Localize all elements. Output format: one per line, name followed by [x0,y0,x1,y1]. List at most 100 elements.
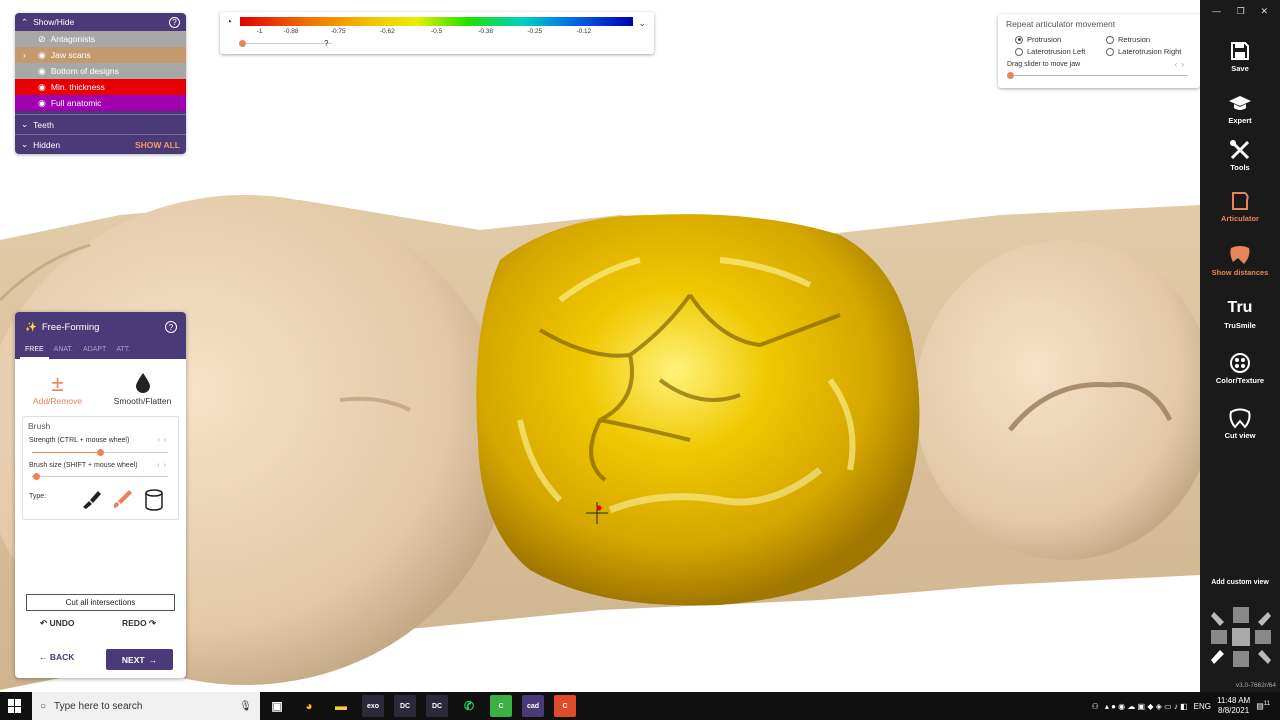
redo-button[interactable]: REDO ↷ [122,618,156,629]
layer-row[interactable]: ◉ Min. thickness [15,79,186,95]
articulator-option[interactable]: Laterotrusion Right [1106,47,1181,56]
toolbar-cut-view-button[interactable]: Cut view [1200,405,1280,440]
layer-row[interactable]: › ◉ Jaw scans [15,47,186,63]
exocad-icon[interactable]: exo [362,695,384,717]
hidden-section[interactable]: ⌄ Hidden SHOW ALL [15,134,186,154]
articulator-option[interactable]: Protrusion [1015,35,1061,44]
microphone-icon[interactable]: 🎙 [239,701,252,712]
tab-adapt[interactable]: ADAPT [78,345,111,359]
minimize-icon[interactable]: — [1212,6,1221,17]
eye-icon[interactable]: ◉ [38,50,46,61]
articulator-icon [1200,188,1280,214]
scale-tick-label: -1 [256,28,263,35]
add-remove-tool[interactable]: ± Add/Remove [15,371,100,407]
people-icon[interactable]: ⚇ [1092,702,1099,711]
radio-button[interactable] [1106,47,1114,56]
droplet-icon [100,372,185,396]
size-step-arrows[interactable]: ‹› [157,462,170,469]
time: 11:48 AM [1216,696,1251,705]
radio-button[interactable] [1015,35,1023,44]
eye-off-icon[interactable]: ⊘ [38,34,46,45]
brush-type-stamp-icon[interactable] [81,489,103,511]
articulator-option[interactable]: Laterotrusion Left [1015,47,1085,56]
gauge-icon[interactable]: ◔ [226,17,232,28]
slider-knob[interactable] [1007,72,1014,79]
dc-icon[interactable]: DC [394,695,416,717]
help-icon[interactable]: ? [165,321,177,333]
cad-icon[interactable]: cad [522,695,544,717]
search-placeholder: Type here to search [54,700,143,712]
folder-icon[interactable]: ▬ [330,695,352,717]
tray-icons[interactable]: ▴ ● ◉ ☁ ▣ ◆ ◈ ▭ ♪ ◧ [1105,702,1188,711]
whatsapp-icon[interactable]: ✆ [458,695,480,717]
plus-minus-icon: ± [51,371,64,396]
scale-tick-label: -0.12 [576,28,592,35]
back-button[interactable]: ← BACK [39,652,74,662]
show-hide-header[interactable]: ⌃ Show/Hide ? [15,13,186,31]
add-custom-view-button[interactable]: Add custom view [1200,579,1280,586]
brush-size-slider[interactable] [32,473,168,480]
toolbar-articulator-button[interactable]: Articulator [1200,188,1280,223]
toolbar-color-texture-button[interactable]: Color/Texture [1200,350,1280,385]
graduation-cap-icon [1200,90,1280,116]
restore-icon[interactable]: ❐ [1237,6,1245,17]
toolbar-save-button[interactable]: Save [1200,38,1280,73]
toolbar-trusmile-button[interactable]: Tru TruSmile [1200,295,1280,330]
brush-type-cylinder-icon[interactable] [144,489,164,513]
help-icon[interactable]: ? [169,16,180,28]
teeth-label: Teeth [33,119,54,130]
slider-knob[interactable] [33,473,41,480]
jaw-step-arrows[interactable]: ‹› [1175,60,1188,69]
system-tray: ⚇ ▴ ● ◉ ☁ ▣ ◆ ◈ ▭ ♪ ◧ ENG 11:48 AM 8/8/2… [1092,692,1270,720]
recorder-icon[interactable]: C [554,695,576,717]
eye-icon[interactable]: ◉ [38,82,46,93]
eye-icon[interactable]: ◉ [38,98,46,109]
close-icon[interactable]: ✕ [1261,6,1269,17]
tab-free[interactable]: FREE [20,345,49,359]
chevron-right-icon[interactable]: › [23,51,33,60]
radio-button[interactable] [1106,35,1114,44]
slider-knob[interactable] [97,449,104,456]
taskbar-search[interactable]: ○ Type here to search 🎙 [32,692,260,720]
articulator-option-label: Retrusion [1118,35,1151,44]
slider-knob[interactable] [239,40,246,47]
strength-slider[interactable] [32,449,168,456]
task-view-icon[interactable]: ▣ [266,695,288,717]
toolbar-show-distances-button[interactable]: Show distances [1200,242,1280,277]
show-all-button[interactable]: SHOW ALL [135,140,180,150]
cut-all-intersections-button[interactable]: Cut all intersections [26,594,175,611]
windows-start-icon[interactable] [8,699,22,713]
jaw-slider[interactable] [1007,72,1188,79]
brush-type-paint-icon[interactable] [111,489,133,511]
next-button[interactable]: NEXT → [106,649,173,670]
dc-icon[interactable]: DC [426,695,448,717]
articulator-hint: Drag slider to move jaw [1007,61,1081,68]
tab-att[interactable]: ATT. [111,345,135,359]
undo-button[interactable]: ↶ UNDO [40,618,75,629]
camtasia-icon[interactable]: C [490,695,512,717]
layer-row[interactable]: ◉ Full anatomic [15,95,186,111]
layer-row[interactable]: ◉ Bottom of designs [15,63,186,79]
language-indicator[interactable]: ENG [1194,702,1211,711]
articulator-option[interactable]: Retrusion [1106,35,1150,44]
notification-count: 11 [1263,701,1270,708]
toolbar-expert-button[interactable]: Expert [1200,90,1280,125]
chevron-down-icon[interactable]: ⌄ [638,18,646,29]
save-icon [1200,38,1280,64]
smooth-flatten-tool[interactable]: Smooth/Flatten [100,372,185,406]
layer-row[interactable]: ⊘ Antagonists [15,31,186,47]
eye-icon[interactable]: ◉ [38,66,46,77]
teeth-section[interactable]: ⌄ Teeth [15,114,186,134]
strength-step-arrows[interactable]: ‹› [157,437,170,444]
view-cube-icon[interactable] [1208,604,1274,672]
notification-icon[interactable]: ▤11 [1256,701,1270,711]
arrow-right-icon: → [148,654,158,665]
scale-slider[interactable] [239,40,332,47]
chrome-icon[interactable]: ◕ [298,695,320,717]
clock[interactable]: 11:48 AM 8/8/2021 [1217,696,1250,716]
tab-anat[interactable]: ANAT. [49,345,78,359]
toolbar-tools-button[interactable]: Tools [1200,137,1280,172]
layer-label: Jaw scans [50,50,91,60]
radio-button[interactable] [1015,47,1023,56]
toolbar-label: Articulator [1221,214,1259,223]
